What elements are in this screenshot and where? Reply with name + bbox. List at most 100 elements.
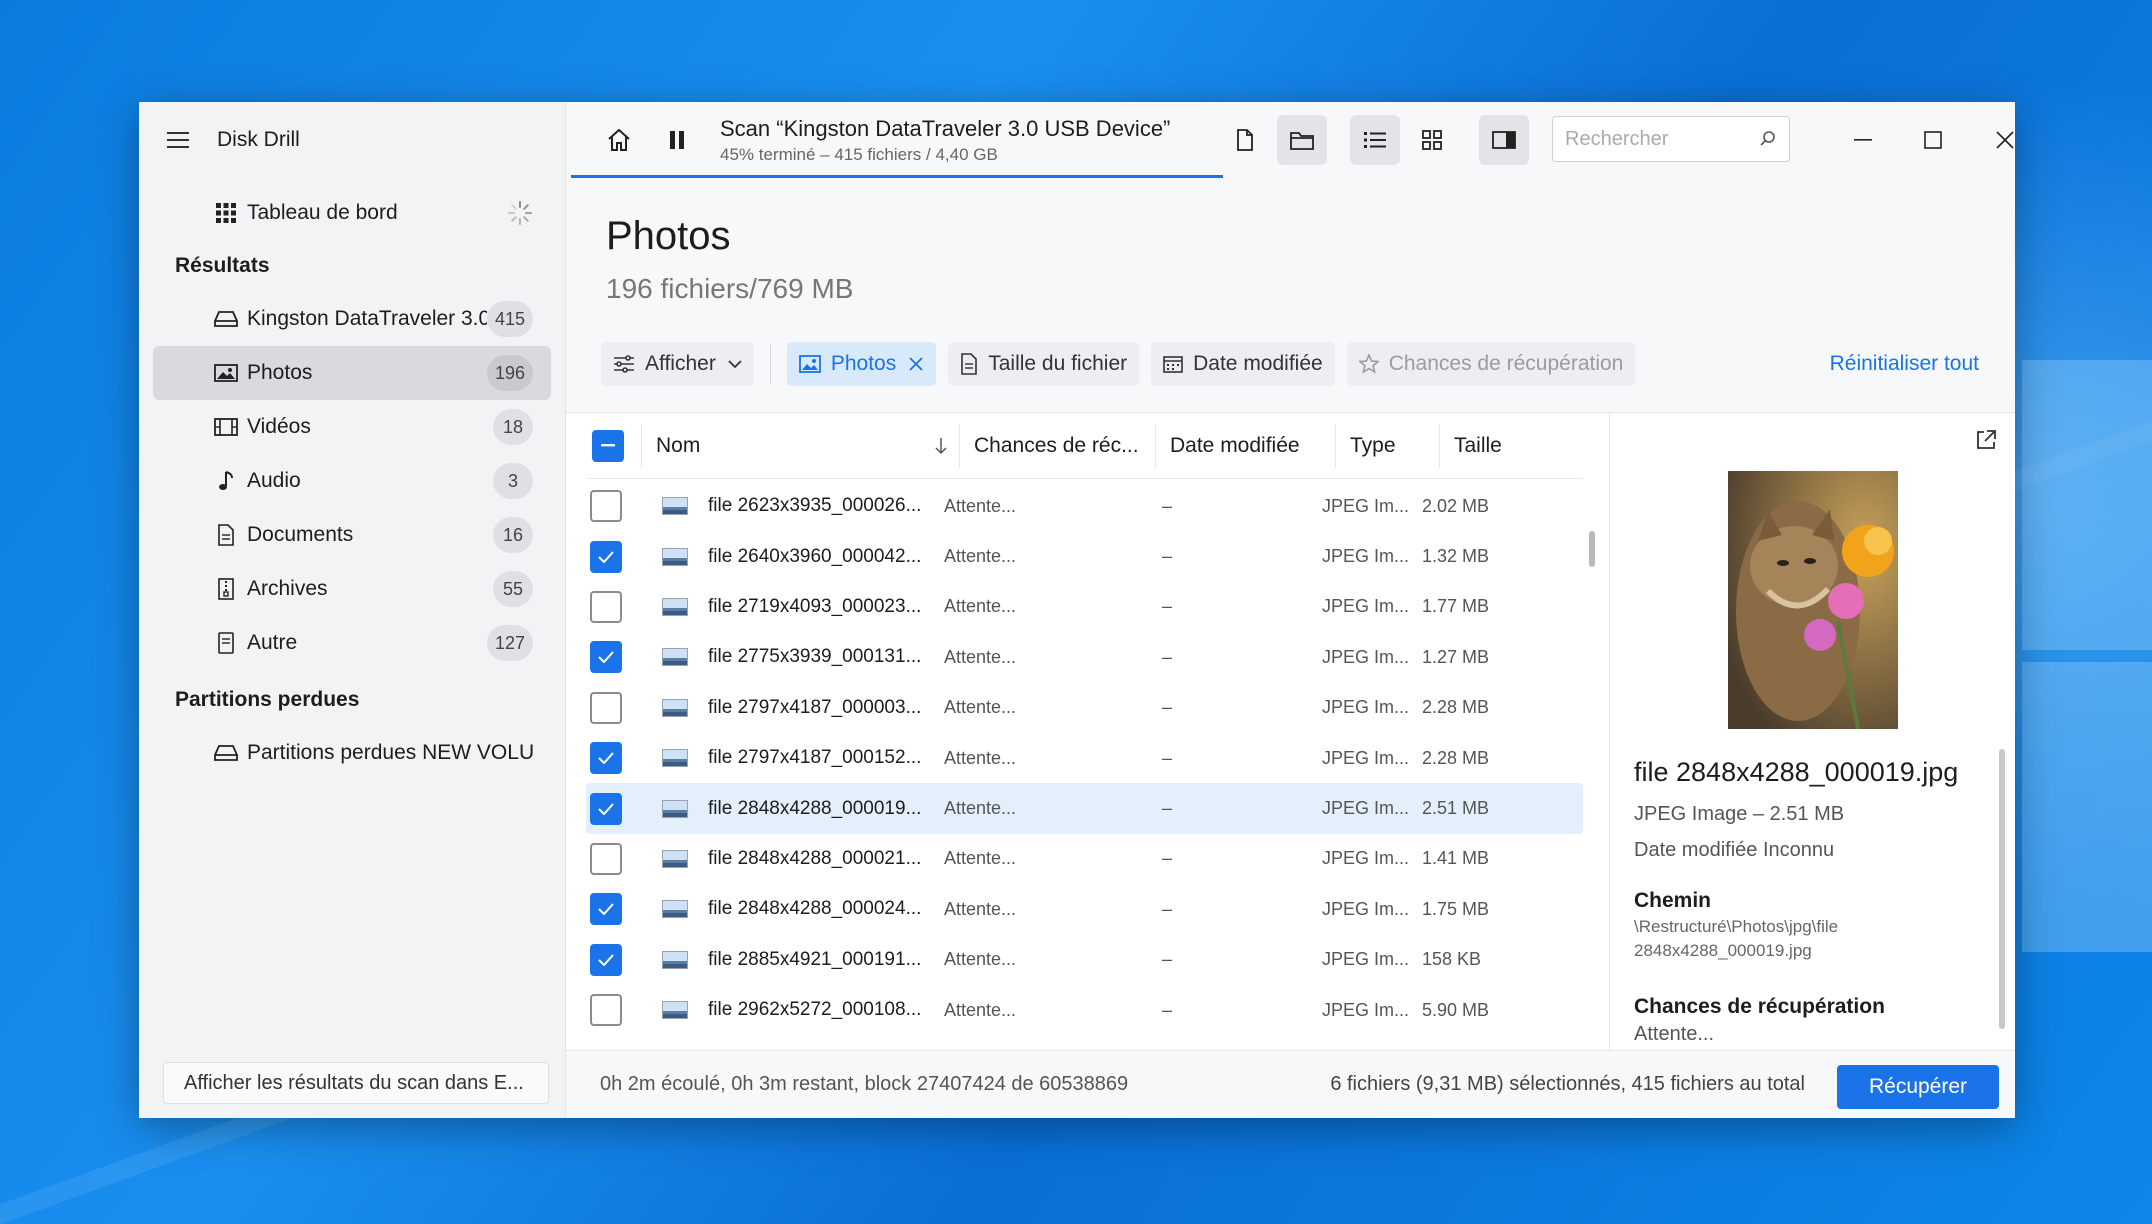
folder-icon [1290,132,1314,150]
table-row[interactable]: file 2848x4288_000021... Attente... – JPEG … [586,834,1583,884]
column-date[interactable]: Date modifiée [1156,423,1336,468]
music-note-icon [213,468,239,494]
count-badge: 127 [486,625,533,661]
table-row[interactable]: file 2797x4187_000152... Attente... – JPEG … [586,733,1583,783]
recover-button[interactable]: Récupérer [1837,1065,1999,1109]
select-all-checkbox[interactable] [592,429,624,462]
table-row[interactable]: file 2848x4288_000019... Attente... – JPEG … [586,783,1583,834]
row-file-name: file 2885x4921_000191... [708,948,922,970]
row-type: JPEG Im... [1322,848,1410,869]
row-file-name: file 2962x5272_000108... [708,999,922,1021]
row-chances: Attente... [944,898,1017,919]
close-button[interactable] [1970,102,2015,178]
column-type[interactable]: Type [1336,423,1440,468]
sidebar-item-label: Tableau de bord [247,201,398,224]
side-panel-icon [1492,131,1516,149]
image-file-icon [662,698,688,717]
row-checkbox[interactable] [590,691,622,724]
row-checkbox[interactable] [590,994,622,1027]
filter-bar: Afficher Photos Taille du fichier Date m… [601,342,1647,386]
preview-panel-toggle[interactable] [1479,115,1529,165]
row-file-name: file 2775x3939_000131... [708,646,922,668]
checkmark-icon [598,954,614,966]
sidebar-item-documents[interactable]: Documents 16 [153,508,551,562]
table-row[interactable]: file 2797x4187_000003... Attente... – JPEG … [586,683,1583,733]
preview-scrollbar[interactable] [1999,749,2005,1029]
row-checkbox[interactable] [590,490,622,523]
row-chances: Attente... [944,596,1017,617]
show-results-in-explorer-button[interactable]: Afficher les résultats du scan dans E... [163,1062,549,1104]
photos-filter-chip[interactable]: Photos [786,342,937,386]
row-checkbox[interactable] [590,842,622,875]
checkmark-icon [598,651,614,664]
grid-view-button[interactable] [1407,115,1457,165]
search-box[interactable]: Rechercher [1552,116,1790,162]
row-checkbox[interactable] [590,943,622,976]
photos-filter-label: Photos [830,352,897,375]
table-scrollbar[interactable] [1589,531,1595,567]
remove-filter-icon[interactable] [908,356,924,372]
table-row[interactable]: file 2962x5272_000108... Attente... – JPEG … [586,985,1583,1035]
checkmark-icon [598,903,614,916]
date-modified-filter[interactable]: Date modifiée [1151,342,1335,386]
file-icon [960,353,978,375]
selection-status: 6 fichiers (9,31 MB) sélectionnés, 415 f… [1330,1073,1805,1095]
recovery-chances-filter[interactable]: Chances de récupération [1346,342,1636,386]
reset-all-link[interactable]: Réinitialiser tout [1830,352,1979,376]
row-type: JPEG Im... [1322,596,1410,617]
row-chances: Attente... [944,495,1017,516]
row-date: – [1162,596,1173,617]
open-external-icon[interactable] [1975,429,1997,451]
maximize-button[interactable] [1898,102,1968,178]
table-row[interactable]: file 2848x4288_000024... Attente... – JPEG … [586,884,1583,934]
table-row[interactable]: file 2640x3960_000042... Attente... – JPEG … [586,531,1583,581]
row-checkbox[interactable] [590,590,622,623]
sidebar-item-archives[interactable]: Archives 55 [153,562,551,616]
hamburger-menu-icon[interactable] [167,132,189,148]
results-section-title: Résultats [175,254,270,277]
sidebar-item-photos[interactable]: Photos 196 [153,346,551,400]
preview-path-value: \Restructuré\Photos\jpg\file 2848x4288_0… [1634,917,1839,960]
sidebar-item-label: Photos [247,361,313,384]
sidebar-item-lost-partition[interactable]: Partitions perdues NEW VOLUM... [153,726,551,780]
row-type: JPEG Im... [1322,646,1410,667]
row-checkbox[interactable] [590,792,622,825]
show-filter-dropdown[interactable]: Afficher [601,342,754,386]
list-icon [1364,132,1386,148]
toolbar: Scan “Kingston DataTraveler 3.0 USB Devi… [566,102,2015,178]
row-checkbox[interactable] [590,742,622,775]
column-chances[interactable]: Chances de réc... [960,423,1156,468]
sidebar-item-vidéos[interactable]: Vidéos 18 [153,400,551,454]
column-size[interactable]: Taille [1440,424,1560,468]
checkmark-icon [598,802,614,815]
file-size-filter[interactable]: Taille du fichier [948,342,1140,386]
column-name[interactable]: Nom [642,423,960,468]
table-row[interactable]: file 2885x4921_000191... Attente... – JPEG … [586,935,1583,985]
row-size: 2.28 MB [1422,747,1490,768]
preview-path-title: Chemin [1634,889,1712,912]
page-title: Photos [606,214,731,258]
sidebar-item-autre[interactable]: Autre 127 [153,616,551,670]
table-row[interactable]: file 2623x3935_000026... Attente... – JPEG … [586,481,1583,531]
table-row[interactable]: file 2719x4093_000023... Attente... – JPEG … [586,582,1583,632]
home-button[interactable] [594,115,644,165]
row-checkbox[interactable] [590,893,622,926]
row-size: 2.28 MB [1422,697,1490,718]
count-badge: 16 [493,517,533,553]
folder-view-button[interactable] [1277,115,1327,165]
show-filter-label: Afficher [645,352,716,375]
search-input[interactable]: Rechercher [1565,128,1759,151]
table-row[interactable]: file 2775x3939_000131... Attente... – JPEG … [586,632,1583,682]
row-checkbox[interactable] [590,540,622,573]
sidebar-item-dashboard[interactable]: Tableau de bord [153,186,551,240]
row-chances: Attente... [944,848,1017,869]
pause-button[interactable] [652,115,702,165]
row-checkbox[interactable] [590,641,622,674]
minimize-button[interactable] [1828,102,1898,178]
file-view-button[interactable] [1220,115,1270,165]
page-header: Photos 196 fichiers/769 MB Afficher Phot… [566,178,2015,412]
sidebar-item-kingston[interactable]: Kingston DataTraveler 3.0... 415 [153,292,551,346]
list-view-button[interactable] [1350,115,1400,165]
maximize-icon [1924,131,1942,149]
sidebar-item-audio[interactable]: Audio 3 [153,454,551,508]
